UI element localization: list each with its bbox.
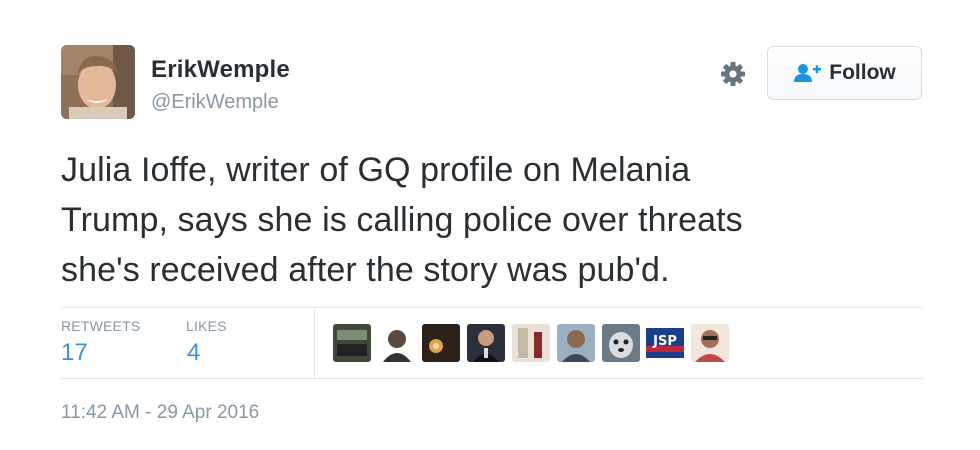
liker-avatar[interactable] bbox=[467, 324, 505, 362]
stats-vertical-divider bbox=[314, 307, 315, 379]
profile-photo-icon bbox=[61, 45, 135, 119]
add-user-icon bbox=[793, 62, 823, 84]
likes-label[interactable]: LIKES bbox=[186, 318, 227, 334]
stats-divider-top bbox=[61, 307, 923, 308]
tweet-card: ErikWemple @ErikWemple Follow Julia Ioff… bbox=[0, 0, 980, 450]
liker-avatar[interactable] bbox=[422, 324, 460, 362]
follow-label: Follow bbox=[829, 61, 896, 84]
author-handle[interactable]: @ErikWemple bbox=[151, 91, 279, 114]
gear-icon[interactable] bbox=[718, 59, 748, 89]
retweets-count[interactable]: 17 bbox=[61, 339, 88, 367]
liker-avatar[interactable]: JSP bbox=[646, 324, 684, 362]
liker-avatar[interactable] bbox=[602, 324, 640, 362]
liker-avatar[interactable] bbox=[333, 324, 371, 362]
liker-avatar[interactable] bbox=[557, 324, 595, 362]
liker-avatar[interactable] bbox=[691, 324, 729, 362]
svg-text:JSP: JSP bbox=[652, 334, 677, 349]
retweets-label[interactable]: RETWEETS bbox=[61, 318, 140, 334]
likes-count[interactable]: 4 bbox=[187, 339, 200, 367]
liker-avatar[interactable] bbox=[378, 324, 416, 362]
tweet-timestamp[interactable]: 11:42 AM - 29 Apr 2016 bbox=[61, 402, 259, 424]
tweet-text: Julia Ioffe, writer of GQ profile on Mel… bbox=[61, 151, 743, 289]
author-display-name[interactable]: ErikWemple bbox=[151, 56, 290, 84]
author-avatar[interactable] bbox=[61, 45, 135, 119]
follow-button[interactable]: Follow bbox=[767, 46, 922, 100]
liker-avatar[interactable] bbox=[512, 324, 550, 362]
stats-divider-bottom bbox=[61, 378, 923, 379]
